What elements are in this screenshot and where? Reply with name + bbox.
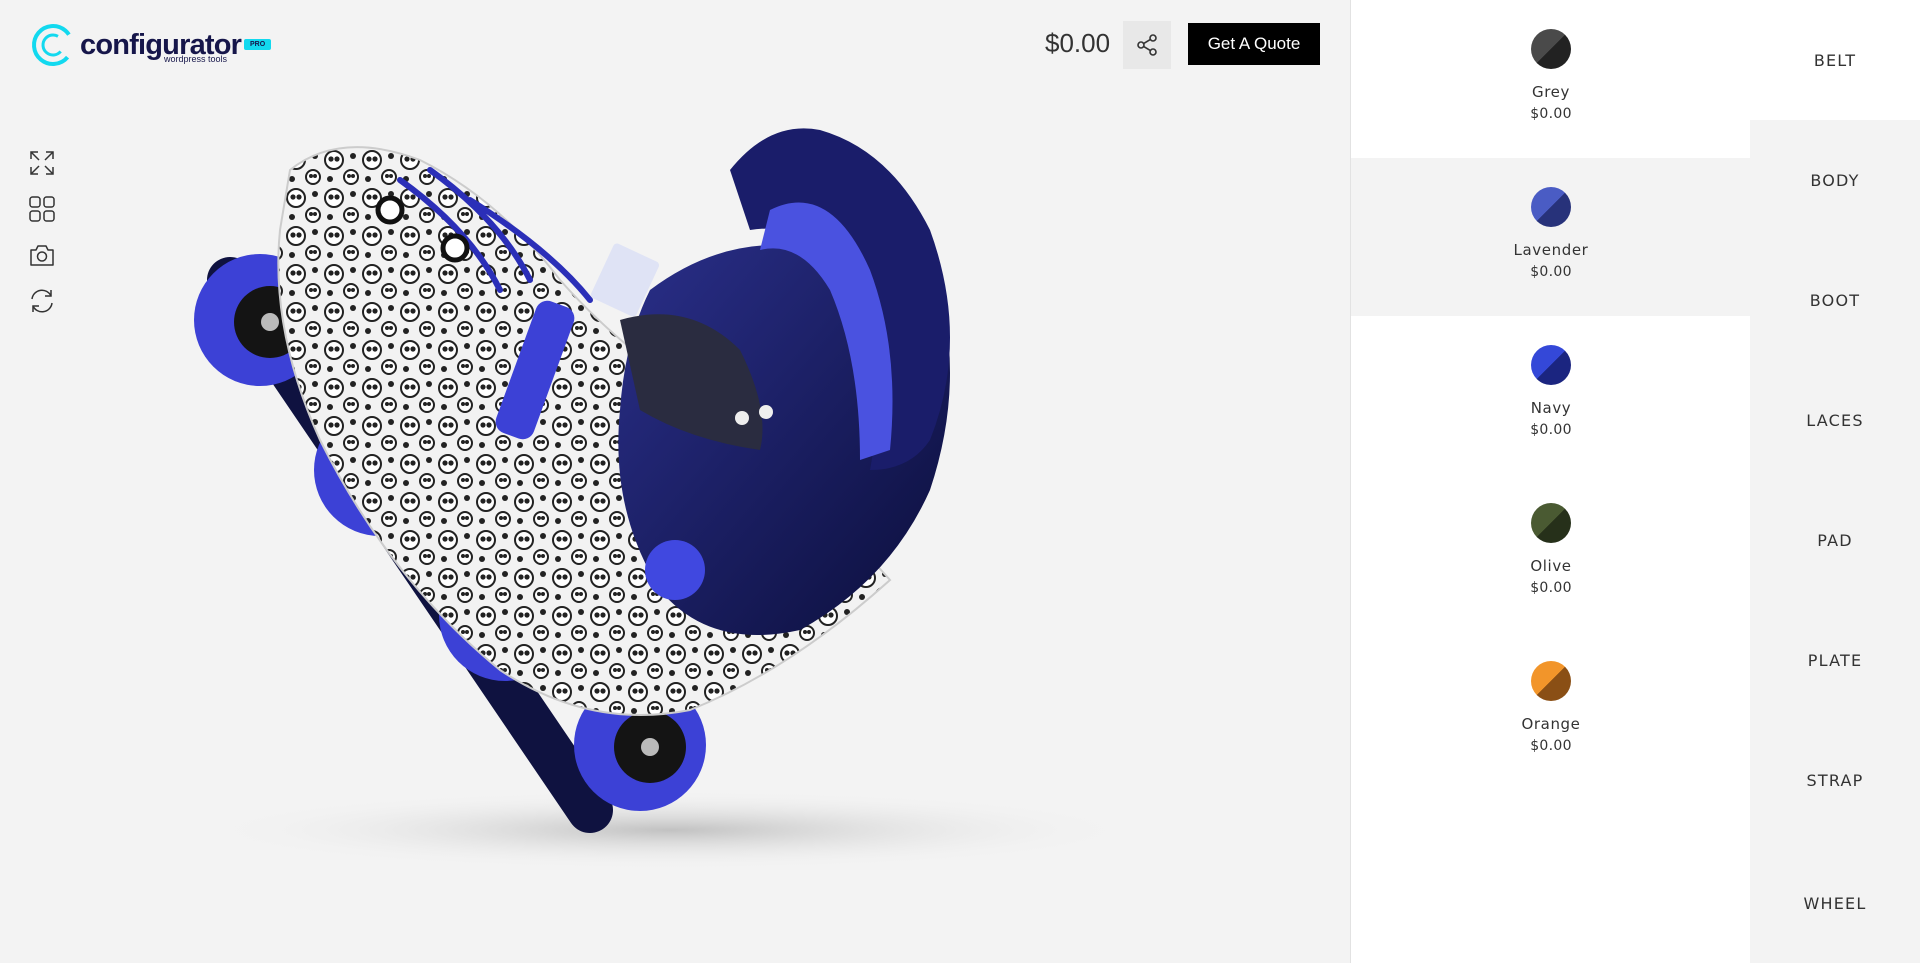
screenshot-button[interactable] [27, 239, 57, 271]
category-tab-pad[interactable]: PAD [1750, 480, 1920, 600]
option-name: Olive [1530, 557, 1572, 575]
category-nav: BELT BODY BOOT LACES PAD PLATE STRAP WHE… [1750, 0, 1920, 963]
option-grey[interactable]: Grey $0.00 [1351, 0, 1751, 158]
option-name: Navy [1530, 399, 1572, 417]
grid-icon [29, 196, 55, 222]
logo-pro-badge: PRO [244, 39, 272, 50]
option-price: $0.00 [1530, 106, 1572, 122]
category-tab-boot[interactable]: BOOT [1750, 240, 1920, 360]
swatch-navy [1531, 345, 1571, 385]
category-tab-wheel[interactable]: WHEEL [1750, 843, 1920, 963]
product-3d-view[interactable] [170, 110, 1190, 880]
category-tab-body[interactable]: BODY [1750, 120, 1920, 240]
expand-icon [30, 151, 54, 175]
swatch-lavender [1531, 187, 1571, 227]
swatch-olive [1531, 503, 1571, 543]
reset-button[interactable] [27, 285, 57, 317]
swatch-grey [1531, 29, 1571, 69]
total-price: $0.00 [1045, 28, 1111, 58]
option-price: $0.00 [1530, 422, 1572, 438]
option-name: Grey [1532, 83, 1570, 101]
option-orange[interactable]: Orange $0.00 [1351, 632, 1751, 790]
fullscreen-button[interactable] [27, 147, 57, 179]
category-tab-strap[interactable]: STRAP [1750, 720, 1920, 840]
option-name: Orange [1521, 715, 1581, 733]
gallery-button[interactable] [27, 193, 57, 225]
share-icon [1137, 34, 1157, 56]
option-olive[interactable]: Olive $0.00 [1351, 474, 1751, 632]
category-tab-laces[interactable]: LACES [1750, 360, 1920, 480]
get-quote-button[interactable]: Get A Quote [1188, 23, 1320, 65]
option-lavender[interactable]: Lavender $0.00 [1351, 158, 1751, 316]
preview-stage: configurator wordpress tools PRO $0.00 G… [0, 0, 1350, 963]
option-navy[interactable]: Navy $0.00 [1351, 316, 1751, 474]
option-name: Lavender [1513, 241, 1589, 259]
camera-icon [30, 245, 54, 266]
option-price: $0.00 [1530, 264, 1572, 280]
category-tab-belt[interactable]: BELT [1750, 0, 1920, 120]
refresh-icon [31, 289, 53, 313]
option-price: $0.00 [1530, 580, 1572, 596]
swatch-orange [1531, 661, 1571, 701]
option-price: $0.00 [1530, 738, 1572, 754]
logo-mark-icon [32, 24, 74, 66]
share-button[interactable] [1123, 21, 1171, 69]
category-tab-plate[interactable]: PLATE [1750, 600, 1920, 720]
brand-logo[interactable]: configurator wordpress tools PRO [30, 22, 272, 68]
logo-tagline: wordpress tools [164, 54, 228, 64]
viewer-toolbar [27, 147, 57, 317]
options-panel: Grey $0.00 Lavender $0.00 Navy $0.00 Oli… [1350, 0, 1751, 963]
